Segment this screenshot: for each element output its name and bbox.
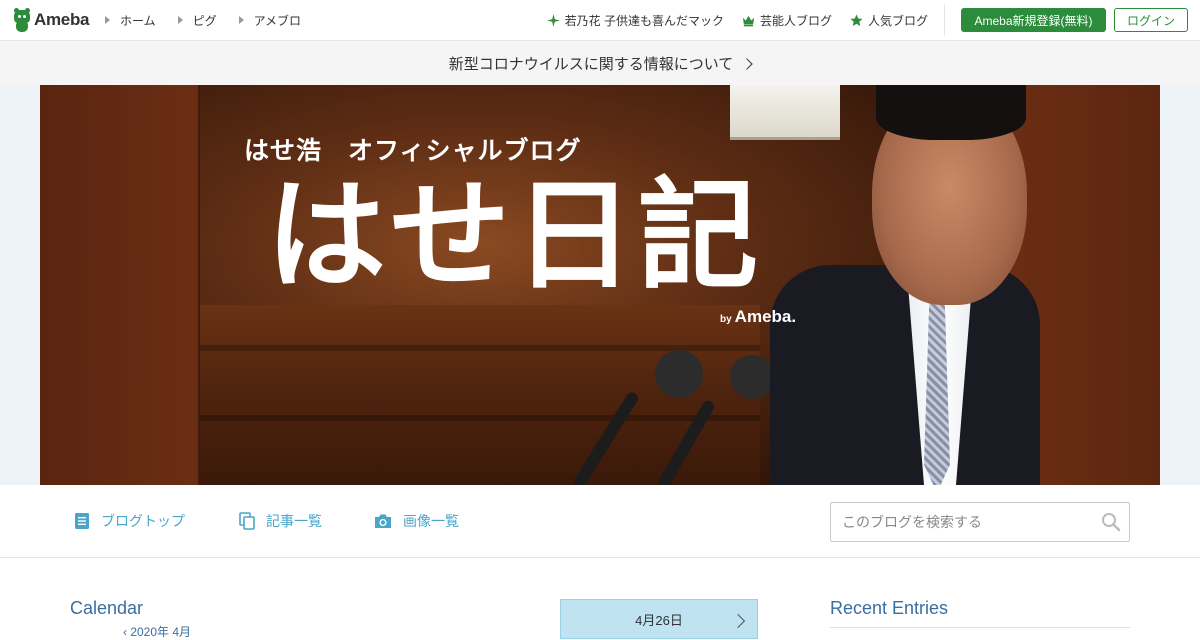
nav-item-label: ピグ	[192, 13, 217, 28]
entry-date-label: 4月26日	[635, 612, 683, 628]
sparkle-icon	[546, 13, 560, 27]
featured-link-mac[interactable]: 若乃花 子供達も喜んだマック	[546, 12, 724, 29]
global-header: Ameba ホーム ピグ アメブロ 若乃花 子供達も喜んだマック 芸能人ブログ …	[0, 0, 1200, 41]
banner-photo-papers	[730, 85, 840, 140]
chevron-right-icon	[741, 57, 753, 70]
featured-nav: 若乃花 子供達も喜んだマック 芸能人ブログ 人気ブログ	[529, 0, 928, 40]
blog-title: はせ日記	[266, 169, 762, 303]
image-list-link[interactable]: 画像一覧	[373, 511, 459, 531]
triangle-right-icon	[238, 16, 244, 24]
featured-link-celebrity-blogs[interactable]: 芸能人ブログ	[742, 12, 832, 29]
featured-link-label: 芸能人ブログ	[759, 13, 832, 28]
recent-entries-divider	[830, 627, 1130, 628]
banner-photo-person	[770, 265, 1040, 485]
main-content: Calendar ‹ 2020年 4月 4月26日 Recent Entries	[0, 559, 1200, 639]
featured-link-label: 人気ブログ	[867, 13, 928, 28]
featured-link-label: 若乃花 子供達も喜んだマック	[564, 13, 724, 28]
brand-text: Ameba.	[734, 307, 797, 326]
ameba-logo[interactable]: Ameba	[12, 7, 89, 33]
nav-item-pigg[interactable]: ピグ	[177, 12, 217, 29]
entry-list-link[interactable]: 記事一覧	[238, 511, 322, 531]
logo-text: Ameba	[34, 10, 90, 29]
camera-icon	[375, 514, 391, 528]
by-text: by	[720, 314, 732, 325]
document-icon	[75, 513, 89, 529]
triangle-right-icon	[177, 16, 183, 24]
login-button[interactable]: ログイン	[1114, 8, 1188, 32]
search-icon[interactable]	[1101, 512, 1121, 532]
crown-icon	[742, 15, 755, 26]
blog-header-banner[interactable]: はせ浩 オフィシャルブログ はせ日記 by Ameba.	[40, 85, 1160, 485]
nav-item-home[interactable]: ホーム	[105, 12, 156, 29]
nav-item-label: アメブロ	[253, 13, 302, 28]
blog-search-input[interactable]	[831, 503, 1091, 541]
nav-item-ameblo[interactable]: アメブロ	[238, 12, 302, 29]
calendar-heading: Calendar	[70, 598, 144, 618]
featured-link-popular-blogs[interactable]: 人気ブログ	[850, 12, 928, 29]
blog-search-box	[830, 502, 1130, 542]
global-nav: ホーム ピグ アメブロ	[105, 0, 323, 40]
triangle-right-icon	[105, 16, 110, 24]
entry-date-box[interactable]: 4月26日	[560, 599, 758, 639]
nav-item-label: ホーム	[120, 13, 156, 28]
blog-nav: ブログトップ 記事一覧 画像一覧	[0, 485, 1200, 558]
blog-top-link[interactable]: ブログトップ	[73, 511, 185, 531]
register-button[interactable]: Ameba新規登録(無料)	[961, 8, 1106, 32]
banner-area: はせ浩 オフィシャルブログ はせ日記 by Ameba.	[0, 85, 1200, 485]
covid-notice-link[interactable]: 新型コロナウイルスに関する情報について	[0, 41, 1200, 85]
blog-top-label: ブログトップ	[101, 513, 185, 529]
notice-text: 新型コロナウイルスに関する情報について	[448, 55, 734, 73]
chevron-right-icon	[730, 613, 746, 629]
star-icon	[850, 13, 863, 26]
copy-icon	[239, 512, 255, 530]
entry-list-label: 記事一覧	[266, 513, 322, 529]
recent-entries-heading: Recent Entries	[830, 598, 949, 618]
blog-subtitle: はせ浩 オフィシャルブログ	[244, 137, 582, 165]
header-divider	[944, 4, 945, 36]
by-ameba-mark: by Ameba.	[720, 307, 796, 327]
calendar-month-nav[interactable]: ‹ 2020年 4月	[123, 623, 191, 640]
image-list-label: 画像一覧	[403, 513, 459, 529]
ameba-mascot-icon	[12, 8, 32, 32]
